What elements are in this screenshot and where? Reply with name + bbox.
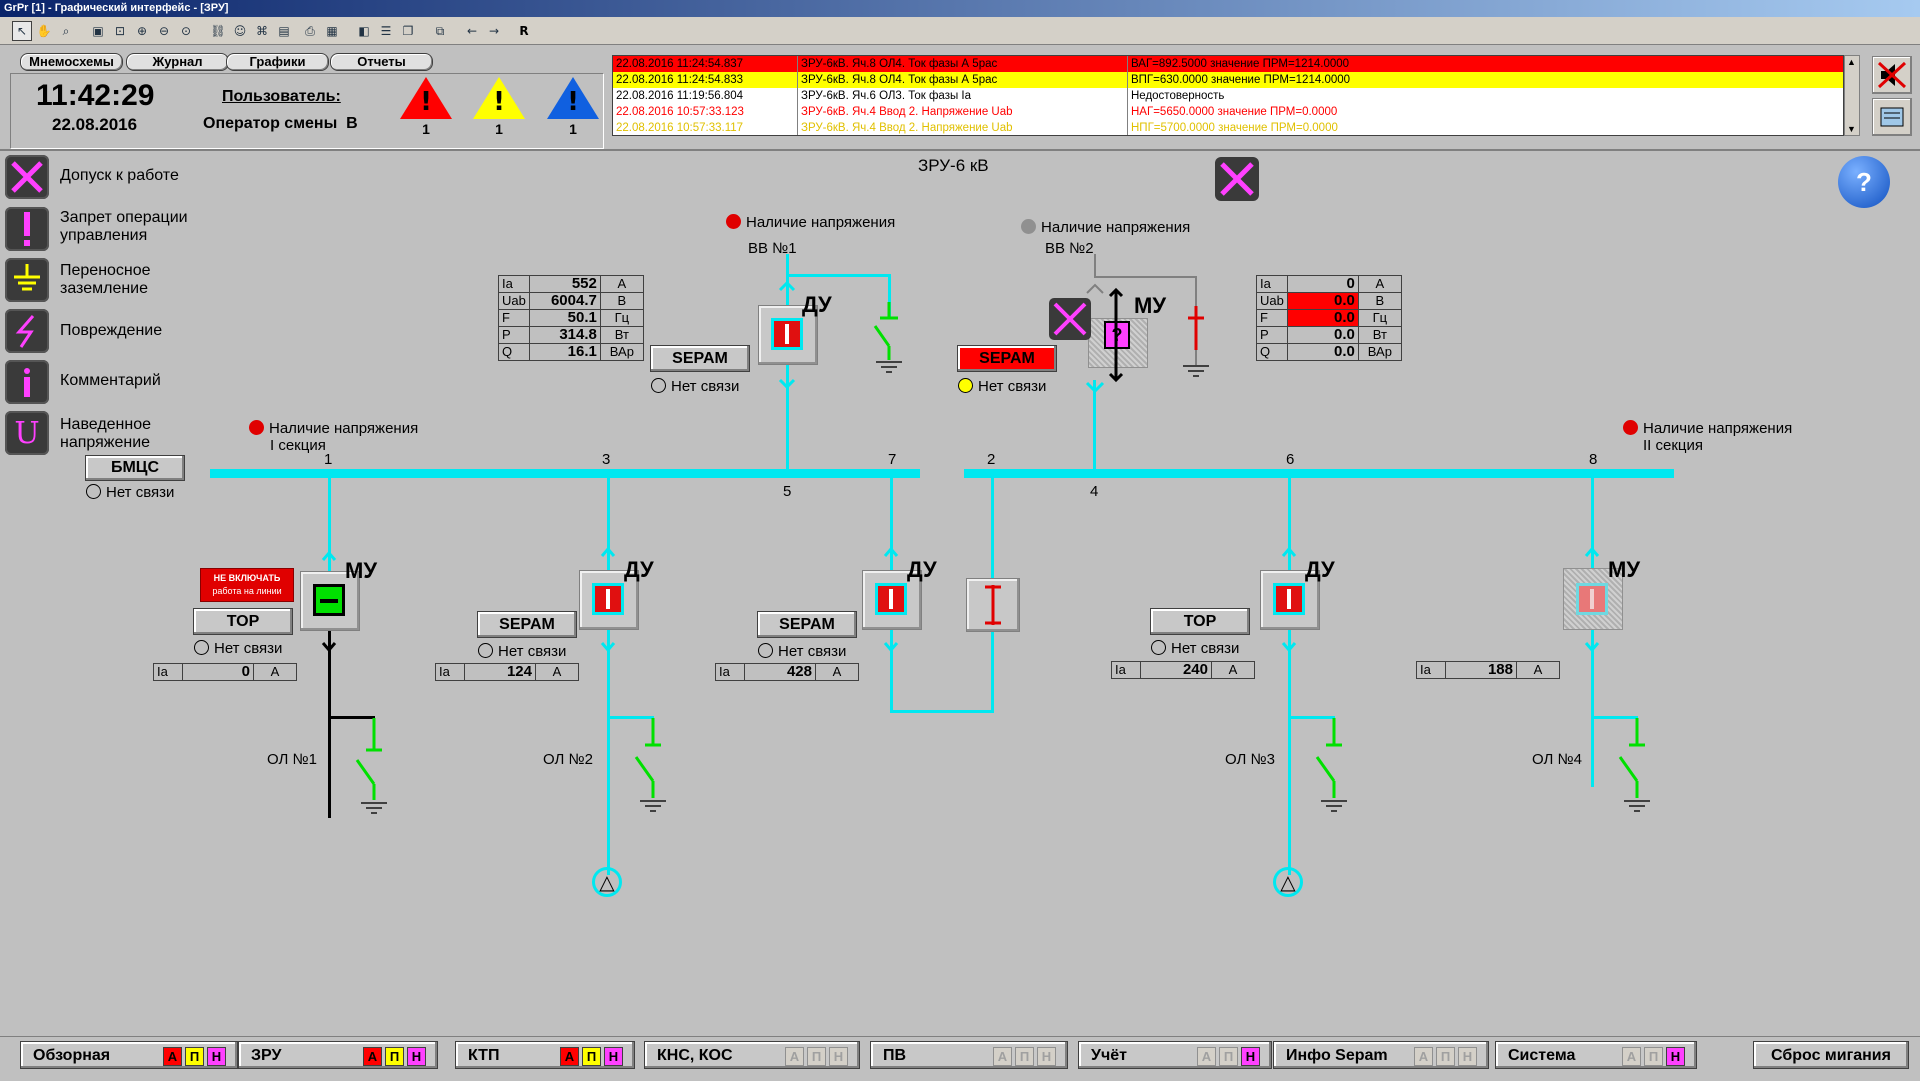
alarm-filter-n[interactable]: Н (1458, 1047, 1477, 1066)
nav-button-label: Инфо Sepam (1286, 1047, 1388, 1064)
alarm-filter-a[interactable]: А (1197, 1047, 1216, 1066)
alarm-filter-n[interactable]: Н (604, 1047, 623, 1066)
nav-button[interactable]: ПВ А П Н (870, 1041, 1068, 1069)
alarm-filter-p[interactable]: П (185, 1047, 204, 1066)
nav-button[interactable]: КТП А П Н (455, 1041, 635, 1069)
nav-button-label: ПВ (883, 1047, 907, 1064)
alarm-filter-n[interactable]: Н (829, 1047, 848, 1066)
nav-button-label: КТП (468, 1047, 500, 1064)
earthing-switch-input1 (873, 302, 898, 360)
feeder-chevrons (321, 546, 1600, 653)
alarm-filter-a[interactable]: А (785, 1047, 804, 1066)
alarm-filter-a[interactable]: А (560, 1047, 579, 1066)
alarm-filter-p[interactable]: П (1015, 1047, 1034, 1066)
alarm-filter-a[interactable]: А (1414, 1047, 1433, 1066)
nav-button-label: КНС, КОС (657, 1047, 733, 1064)
input1-chevrons (778, 280, 796, 390)
alarm-filter-n[interactable]: Н (207, 1047, 226, 1066)
schematic-symbols (321, 280, 1650, 814)
nav-button-label: ЗРУ (251, 1047, 282, 1064)
input2-fork (1086, 283, 1104, 294)
ground-symbol (876, 361, 902, 373)
nav-button[interactable]: Система А П Н (1495, 1041, 1697, 1069)
alarm-filter-p[interactable]: П (385, 1047, 404, 1066)
nav-button-label: Система (1508, 1047, 1576, 1064)
nav-button[interactable]: Инфо Sepam А П Н (1273, 1041, 1489, 1069)
reset-blink-button[interactable]: Сброс мигания (1753, 1041, 1909, 1069)
alarm-filter-a[interactable]: А (363, 1047, 382, 1066)
alarm-filter-p[interactable]: П (1644, 1047, 1663, 1066)
alarm-filter-p[interactable]: П (1436, 1047, 1455, 1066)
nav-button-label: Обзорная (33, 1047, 111, 1064)
alarm-filter-n[interactable]: Н (1666, 1047, 1685, 1066)
alarm-filter-a[interactable]: А (1622, 1047, 1641, 1066)
nav-button[interactable]: КНС, КОС А П Н (644, 1041, 860, 1069)
nav-button[interactable]: ЗРУ А П Н (238, 1041, 438, 1069)
ground-symbol (1183, 365, 1209, 377)
input2-arrows (1108, 287, 1124, 383)
alarm-filter-p[interactable]: П (582, 1047, 601, 1066)
alarm-filter-p[interactable]: П (807, 1047, 826, 1066)
alarm-filter-n[interactable]: Н (407, 1047, 426, 1066)
earthing-switches-feeders (355, 718, 1645, 800)
nav-button[interactable]: Учёт А П Н (1078, 1041, 1272, 1069)
alarm-filter-n[interactable]: Н (1037, 1047, 1056, 1066)
nav-button-label: Учёт (1091, 1047, 1127, 1064)
earthing-switch-input2 (1188, 306, 1204, 350)
ground-symbols-feeders (361, 800, 1650, 814)
alarm-filter-a[interactable]: А (993, 1047, 1012, 1066)
alarm-filter-a[interactable]: А (163, 1047, 182, 1066)
nav-button[interactable]: Обзорная А П Н (20, 1041, 238, 1069)
alarm-filter-n[interactable]: Н (1241, 1047, 1260, 1066)
input2-fork-cyan (1085, 381, 1105, 394)
alarm-filter-p[interactable]: П (1219, 1047, 1238, 1066)
feeder1-chevron-black (321, 642, 337, 653)
